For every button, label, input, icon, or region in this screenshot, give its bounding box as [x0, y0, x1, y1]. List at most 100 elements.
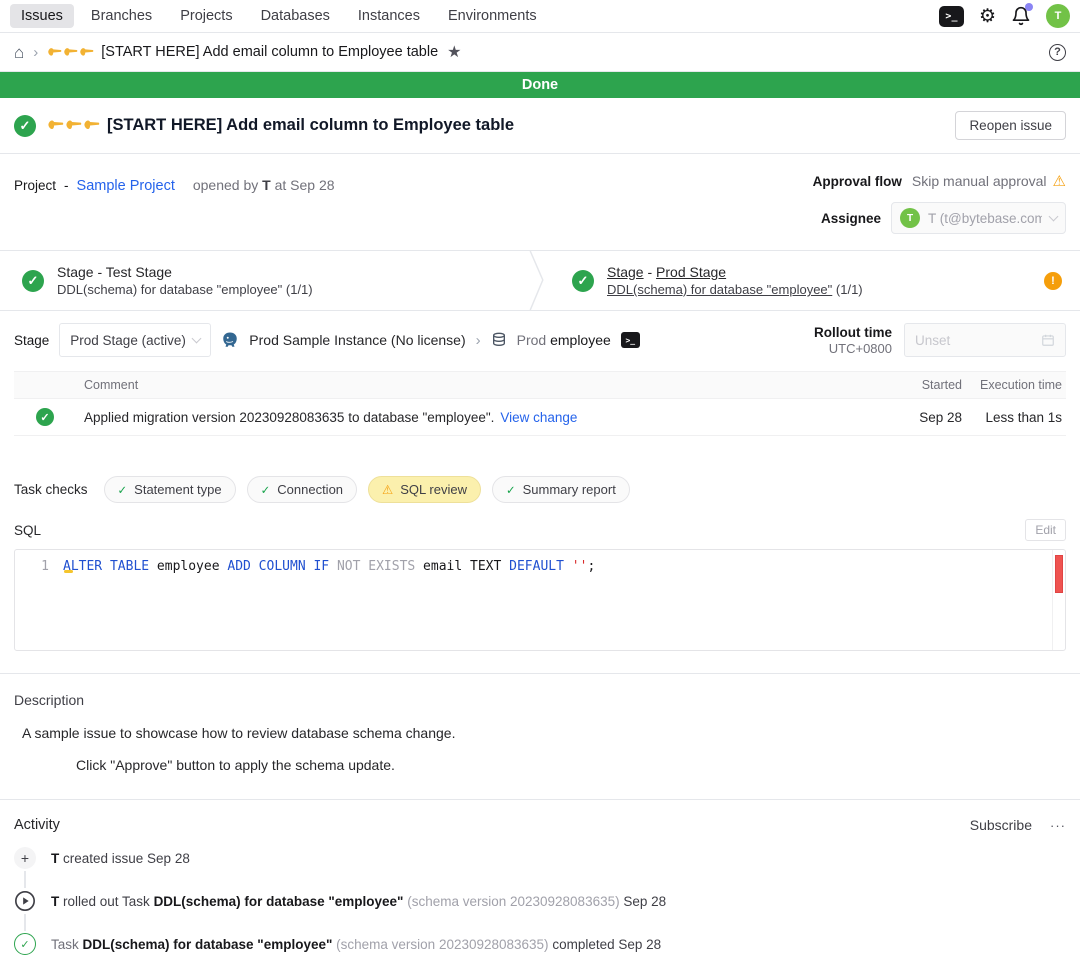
nav-item-branches[interactable]: Branches — [80, 4, 163, 28]
error-ruler-marker — [1055, 555, 1063, 593]
user-avatar[interactable]: T — [1046, 4, 1070, 28]
task-run-execution: Less than 1s — [962, 410, 1062, 425]
activity-item-completed: ✓ Task DDL(schema) for database "employe… — [14, 933, 1066, 955]
success-check-icon: ✓ — [36, 408, 54, 426]
stage-select-label: Stage — [14, 333, 49, 348]
assignee-value: T (t@bytebase.com) — [928, 211, 1042, 226]
stage-select[interactable]: Prod Stage (active) — [59, 323, 211, 357]
issue-header: ✓ [START HERE] Add email column to Emplo… — [0, 98, 1080, 154]
nav-item-issues[interactable]: Issues — [10, 4, 74, 28]
check-summary-report[interactable]: ✓ Summary report — [492, 476, 630, 503]
col-comment: Comment — [84, 378, 898, 392]
warning-triangle-icon: ⚠ — [1053, 172, 1066, 190]
chevron-down-icon — [1049, 211, 1059, 221]
attention-icon: ! — [1044, 272, 1062, 290]
breadcrumb-title-text: [START HERE] Add email column to Employe… — [101, 44, 438, 60]
approval-flow-label: Approval flow — [813, 174, 902, 189]
timeline-connector — [24, 914, 26, 931]
stage-select-value: Prod Stage (active) — [70, 333, 186, 348]
nav-item-databases[interactable]: Databases — [250, 4, 341, 28]
project-link[interactable]: Sample Project — [77, 178, 175, 194]
warning-triangle-icon: ⚠ — [382, 482, 393, 497]
database-environment: Prod — [517, 332, 547, 348]
stage-done-check-icon: ✓ — [22, 270, 44, 292]
activity-label: Activity — [14, 817, 60, 833]
chevron-down-icon — [192, 333, 202, 343]
nav-items: Issues Branches Projects Databases Insta… — [10, 4, 548, 28]
reopen-issue-button[interactable]: Reopen issue — [955, 111, 1066, 140]
stage-strip: ✓ Stage - Test Stage DDL(schema) for dat… — [0, 250, 1080, 311]
home-icon[interactable]: ⌂ — [14, 44, 24, 61]
notification-dot — [1025, 3, 1033, 11]
stage-test-subtitle: DDL(schema) for database "employee" (1/1… — [57, 282, 313, 297]
nav-item-instances[interactable]: Instances — [347, 4, 431, 28]
check-sql-review[interactable]: ⚠ SQL review — [368, 476, 481, 503]
postgres-icon — [221, 331, 239, 349]
instance-link[interactable]: Prod Sample Instance (No license) — [249, 332, 465, 348]
stage-card-test[interactable]: ✓ Stage - Test Stage DDL(schema) for dat… — [0, 251, 530, 310]
opened-by-text: opened by T at Sep 28 — [193, 177, 335, 193]
assignee-avatar: T — [900, 208, 920, 228]
check-pass-icon: ✓ — [506, 483, 516, 497]
nav-item-environments[interactable]: Environments — [437, 4, 548, 28]
database-icon — [491, 332, 507, 348]
stage-done-check-icon: ✓ — [572, 270, 594, 292]
stage-prod-word[interactable]: Stage — [607, 264, 644, 280]
rollout-time-placeholder: Unset — [915, 333, 950, 348]
timeline-connector — [24, 871, 26, 888]
check-circle-icon: ✓ — [14, 933, 36, 955]
table-row[interactable]: ✓ Applied migration version 202309280836… — [14, 399, 1066, 436]
stage-test-title: Stage - Test Stage — [57, 264, 313, 280]
line-number: 1 — [15, 550, 63, 650]
description-line-1: A sample issue to showcase how to review… — [22, 725, 1066, 741]
play-circle-icon — [14, 890, 36, 912]
description-line-2: Click "Approve" button to apply the sche… — [76, 757, 1066, 773]
database-link[interactable]: employee — [550, 332, 611, 348]
top-navbar: Issues Branches Projects Databases Insta… — [0, 0, 1080, 33]
sql-code[interactable]: ALTER TABLE employee ADD COLUMN IF NOT E… — [63, 550, 1052, 650]
description-label: Description — [14, 692, 1066, 708]
breadcrumb-issue-title: [START HERE] Add email column to Employe… — [47, 44, 438, 60]
sql-editor-icon[interactable]: >_ — [939, 6, 964, 27]
subscribe-button[interactable]: Subscribe — [970, 817, 1032, 833]
stage-bar: Stage Prod Stage (active) Prod Sample In… — [0, 311, 1080, 367]
chevron-right-icon: › — [476, 332, 481, 349]
notifications-bell-icon[interactable] — [1011, 6, 1031, 26]
open-sql-editor-icon[interactable]: >_ — [621, 332, 640, 348]
plus-icon: + — [14, 847, 36, 869]
stage-card-prod[interactable]: ✓ Stage - Prod Stage DDL(schema) for dat… — [530, 251, 1080, 310]
check-statement-type[interactable]: ✓ Statement type — [104, 476, 236, 503]
stage-prod-task-link[interactable]: DDL(schema) for database "employee" — [607, 282, 832, 297]
description-section: Description A sample issue to showcase h… — [0, 674, 1080, 773]
activity-timeline: + T created issue Sep 28 T rolled out Ta… — [0, 837, 1080, 955]
sql-editor[interactable]: 1 ALTER TABLE employee ADD COLUMN IF NOT… — [14, 549, 1066, 651]
task-checks: Task checks ✓ Statement type ✓ Connectio… — [0, 476, 1080, 503]
assignee-select[interactable]: T T (t@bytebase.com) — [891, 202, 1066, 234]
more-options-icon[interactable]: ··· — [1050, 818, 1066, 833]
stage-prod-name[interactable]: Prod Stage — [656, 264, 726, 280]
check-connection[interactable]: ✓ Connection — [247, 476, 357, 503]
sql-section-label: SQL — [14, 523, 41, 538]
editor-scrollbar[interactable] — [1052, 550, 1065, 650]
view-change-link[interactable]: View change — [500, 410, 577, 425]
nav-item-projects[interactable]: Projects — [169, 4, 243, 28]
project-dash: - — [64, 178, 69, 193]
activity-item-rollout: T rolled out Task DDL(schema) for databa… — [14, 890, 1066, 912]
rollout-time-label: Rollout time — [814, 325, 892, 340]
col-started: Started — [898, 378, 962, 392]
help-icon[interactable]: ? — [1049, 44, 1066, 61]
sql-edit-button[interactable]: Edit — [1025, 519, 1066, 541]
star-icon[interactable]: ★ — [447, 42, 461, 62]
settings-gear-icon[interactable]: ⚙ — [979, 7, 996, 26]
issue-title: [START HERE] Add email column to Employe… — [47, 116, 514, 135]
rollout-time-input[interactable]: Unset — [904, 323, 1066, 357]
breadcrumb: ⌂ › [START HERE] Add email column to Emp… — [0, 33, 1080, 72]
calendar-icon — [1041, 333, 1055, 347]
task-checks-label: Task checks — [14, 482, 88, 497]
issue-meta: Project - Sample Project opened by T at … — [0, 154, 1080, 250]
warning-squiggle — [64, 570, 73, 573]
activity-header: Activity Subscribe ··· — [0, 800, 1080, 837]
task-run-started: Sep 28 — [898, 410, 962, 425]
task-run-comment: Applied migration version 20230928083635… — [84, 410, 494, 425]
table-header: Comment Started Execution time — [14, 371, 1066, 399]
